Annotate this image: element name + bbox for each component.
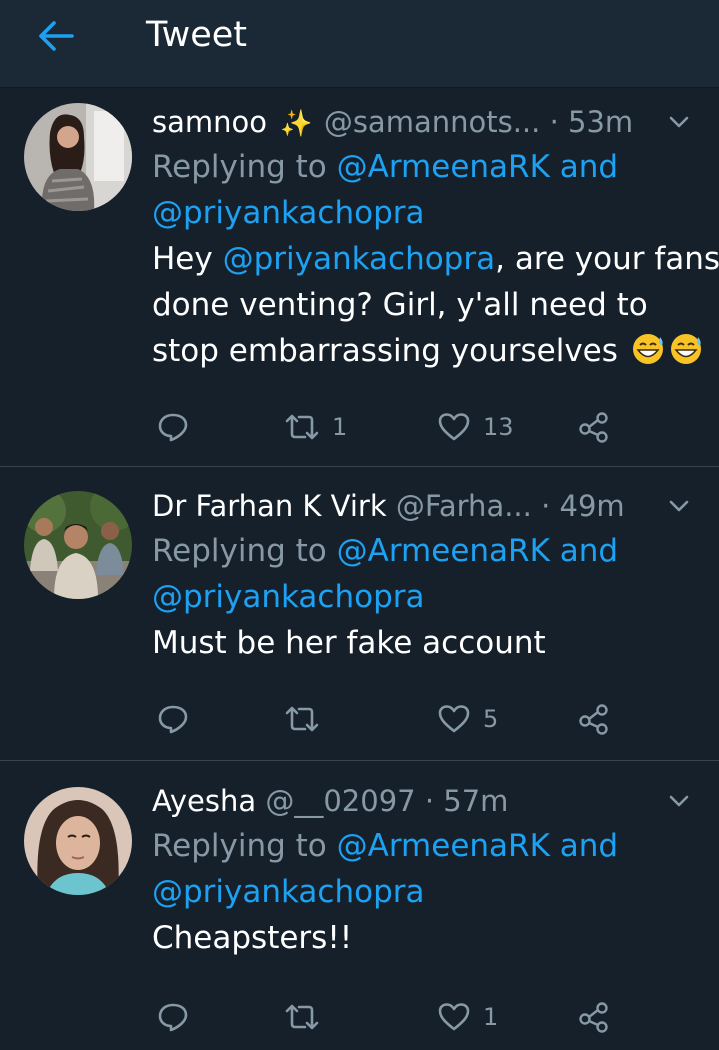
mention-link[interactable]: @priyankachopra <box>152 874 425 910</box>
tweet-text: Must be her fake account <box>152 625 546 661</box>
tweet-actions: 1 13 <box>152 405 622 449</box>
tweet-text-line: done venting? Girl, y'all need to <box>152 287 648 323</box>
and-link[interactable]: and <box>560 149 618 185</box>
heart-icon <box>438 705 470 733</box>
separator-dot: · <box>541 489 551 523</box>
tweet-header: Dr Farhan K Virk @Farha... · 49m <box>152 484 699 528</box>
replying-to: Replying to @ArmeenaRK and <box>152 528 699 574</box>
author-name[interactable]: samnoo <box>152 105 267 139</box>
reply-button[interactable] <box>157 405 189 449</box>
grinning-sweat-emoji-icon <box>670 334 701 364</box>
like-count: 1 <box>483 1003 499 1031</box>
back-arrow-icon <box>39 21 74 51</box>
sparkles-icon: ✨ <box>280 109 313 139</box>
tweet-actions: 1 <box>152 995 622 1039</box>
retweet-icon <box>285 1004 319 1030</box>
replying-to-label: Replying to <box>152 533 327 569</box>
tweet-item[interactable]: samnoo ✨ @samannots... · 53m Replying to… <box>0 89 719 467</box>
mention-link[interactable]: @priyankachopra <box>152 195 425 231</box>
heart-icon <box>438 413 470 441</box>
top-app-bar: Tweet <box>0 0 719 88</box>
tweet-header: Ayesha @__02097 · 57m <box>152 779 699 823</box>
avatar[interactable] <box>24 103 132 211</box>
heart-icon <box>438 1003 470 1031</box>
tweet-actions: 5 <box>152 697 622 741</box>
mention-link[interactable]: @priyankachopra <box>223 241 496 277</box>
more-options-button[interactable] <box>659 484 699 528</box>
retweet-count: 1 <box>332 413 348 441</box>
tweet-text-part: stop embarrassing yourselves <box>152 333 618 369</box>
chevron-down-icon <box>669 116 689 128</box>
reply-button[interactable] <box>157 697 189 741</box>
like-count: 13 <box>483 413 514 441</box>
retweet-button[interactable]: 1 <box>284 405 347 449</box>
replying-to-label: Replying to <box>152 149 327 185</box>
share-icon <box>579 1002 608 1033</box>
author-handle[interactable]: @__02097 <box>265 784 415 818</box>
like-button[interactable]: 1 <box>437 995 498 1039</box>
retweet-button[interactable] <box>284 995 332 1039</box>
tweet-item[interactable]: Ayesha @__02097 · 57m Replying to @Armee… <box>0 761 719 1050</box>
mention-link[interactable]: @priyankachopra <box>152 579 425 615</box>
like-count: 5 <box>483 705 499 733</box>
tweet-text: Cheapsters!! <box>152 920 353 956</box>
chevron-down-icon <box>669 795 689 807</box>
separator-dot: · <box>424 784 435 818</box>
chevron-down-icon <box>669 500 689 512</box>
and-link[interactable]: and <box>560 828 618 864</box>
reply-icon <box>158 705 188 734</box>
retweet-icon <box>285 706 319 732</box>
tweet-timestamp[interactable]: 49m <box>560 489 625 523</box>
mention-link[interactable]: @ArmeenaRK <box>337 149 550 185</box>
page-title: Tweet <box>146 15 248 55</box>
retweet-button[interactable] <box>284 697 332 741</box>
mention-link[interactable]: @ArmeenaRK <box>337 828 550 864</box>
separator-dot: · <box>549 105 559 139</box>
tweet-text-part: , are your fans <box>495 241 719 277</box>
avatar[interactable] <box>24 491 132 599</box>
share-button[interactable] <box>578 697 610 741</box>
replying-to: Replying to @ArmeenaRK and <box>152 823 699 869</box>
avatar[interactable] <box>24 787 132 895</box>
mention-link[interactable]: @ArmeenaRK <box>337 533 550 569</box>
author-name[interactable]: Ayesha <box>152 784 256 818</box>
grinning-sweat-emoji-icon <box>632 334 663 364</box>
back-button[interactable] <box>30 14 82 58</box>
tweet-text: Hey @priyankachopra, are your fans <box>152 236 719 282</box>
author-name[interactable]: Dr Farhan K Virk <box>152 489 387 523</box>
author-handle[interactable]: @Farha... <box>396 489 532 523</box>
share-icon <box>579 704 608 735</box>
more-options-button[interactable] <box>659 779 699 823</box>
reply-icon <box>158 413 188 442</box>
tweet-timestamp[interactable]: 57m <box>443 784 508 818</box>
share-icon <box>579 412 608 443</box>
replying-to-label: Replying to <box>152 828 327 864</box>
tweet-timestamp[interactable]: 53m <box>568 105 633 139</box>
tweet-item[interactable]: Dr Farhan K Virk @Farha... · 49m Replyin… <box>0 467 719 761</box>
more-options-button[interactable] <box>659 100 699 144</box>
tweet-header: samnoo ✨ @samannots... · 53m <box>152 100 699 144</box>
and-link[interactable]: and <box>560 533 618 569</box>
like-button[interactable]: 5 <box>437 697 498 741</box>
like-button[interactable]: 13 <box>437 405 514 449</box>
share-button[interactable] <box>578 405 610 449</box>
reply-icon <box>158 1003 188 1032</box>
author-handle[interactable]: @samannots... <box>324 105 541 139</box>
share-button[interactable] <box>578 995 610 1039</box>
tweet-text-line: stop embarrassing yourselves <box>152 328 701 374</box>
reply-button[interactable] <box>157 995 189 1039</box>
replying-to: Replying to @ArmeenaRK and <box>152 144 699 190</box>
tweet-text-part: Hey <box>152 241 223 277</box>
retweet-icon <box>285 414 319 440</box>
